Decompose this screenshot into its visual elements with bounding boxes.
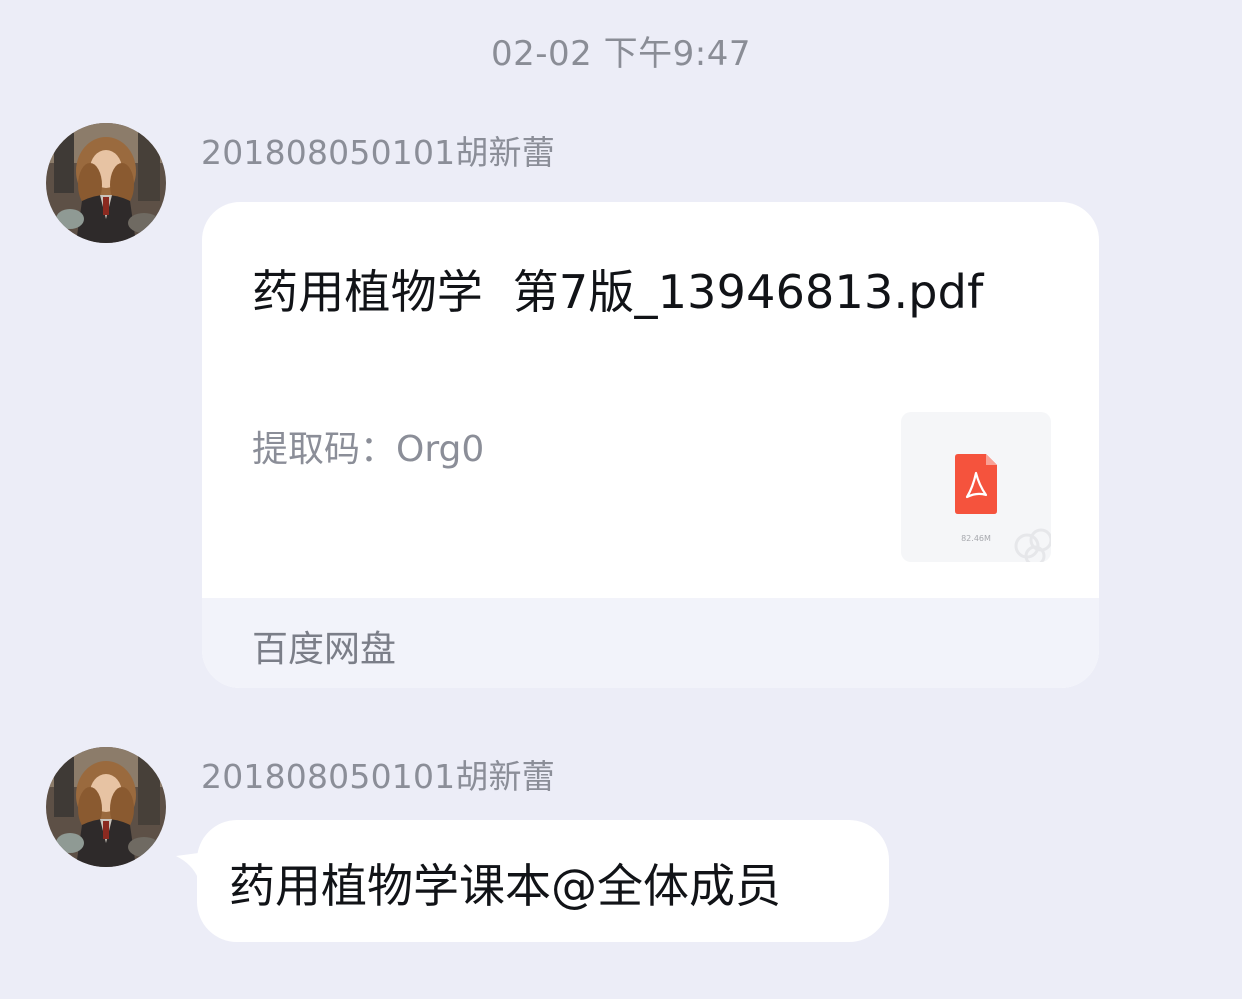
sender-name: 201808050101胡新蕾 <box>201 757 555 796</box>
extract-code: 提取码：Org0 <box>252 429 485 470</box>
sender-avatar[interactable] <box>46 747 166 867</box>
file-thumbnail[interactable]: 82.46M <box>901 412 1051 562</box>
avatar-image <box>46 123 166 243</box>
file-title: 药用植物学 第7版_13946813.pdf <box>252 265 984 319</box>
card-footer[interactable]: 百度网盘 <box>202 598 1099 688</box>
share-card[interactable]: 药用植物学 第7版_13946813.pdf 提取码：Org0 82.46M 百… <box>202 202 1099 688</box>
chat-timestamp: 02-02 下午9:47 <box>491 34 751 74</box>
message-text: 药用植物学课本@全体成员 <box>229 859 781 913</box>
text-message-bubble[interactable]: 药用植物学课本@全体成员 <box>197 820 889 942</box>
cloud-watermark-icon <box>1014 528 1051 562</box>
source-label: 百度网盘 <box>252 629 397 670</box>
sender-name: 201808050101胡新蕾 <box>201 133 555 172</box>
pdf-file-icon <box>955 454 997 514</box>
sender-avatar[interactable] <box>46 123 166 243</box>
avatar-image <box>46 747 166 867</box>
